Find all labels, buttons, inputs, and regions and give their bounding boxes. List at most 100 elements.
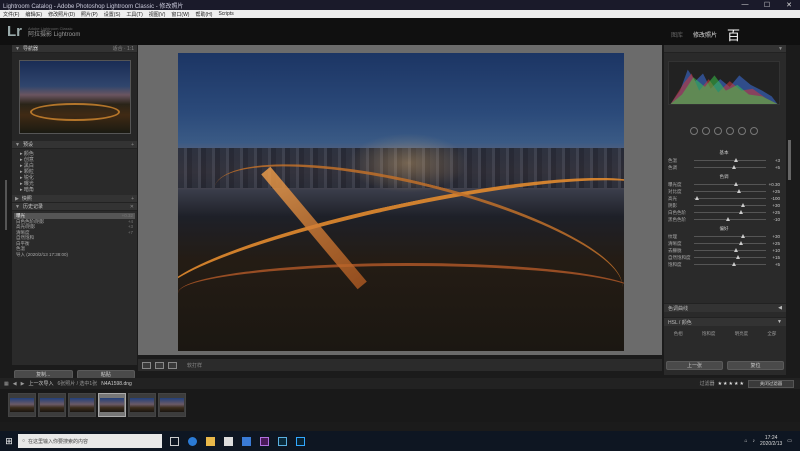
clear-history-icon[interactable]: ✕: [130, 204, 134, 210]
before-after-icon[interactable]: [168, 361, 177, 369]
taskbar-search[interactable]: ○ 在这里输入你要搜索的内容: [18, 434, 162, 448]
network-icon[interactable]: ⌂: [744, 438, 747, 444]
module-develop[interactable]: 修改照片: [693, 30, 717, 44]
compare-view-icon[interactable]: [155, 361, 164, 369]
main-photo[interactable]: [178, 53, 624, 351]
slider-knob[interactable]: [733, 182, 738, 186]
lightroom-taskbar-icon[interactable]: [278, 436, 287, 446]
photoshop-taskbar-icon[interactable]: [296, 436, 305, 446]
right-scrollbar[interactable]: [788, 140, 791, 180]
volume-icon[interactable]: ♪: [753, 438, 756, 444]
brush-tool-icon[interactable]: [750, 127, 758, 135]
task-view-icon[interactable]: [170, 436, 179, 446]
fit-option[interactable]: 适合: [113, 46, 123, 52]
slider-track[interactable]: [694, 196, 766, 200]
slider-knob[interactable]: [735, 255, 740, 259]
slider-track[interactable]: [694, 241, 766, 245]
mail-icon[interactable]: [242, 436, 251, 446]
left-scrollbar[interactable]: [5, 180, 7, 230]
slider-track[interactable]: [694, 189, 766, 193]
tone-curve-header[interactable]: 色调曲线 ◀: [664, 303, 786, 312]
close-button[interactable]: ✕: [778, 1, 800, 9]
menu-item[interactable]: 设置(S): [104, 11, 121, 18]
filter-dropdown[interactable]: 关闭过滤器: [748, 379, 794, 388]
add-preset-icon[interactable]: +: [131, 142, 134, 148]
filmstrip-thumbnail[interactable]: [128, 393, 156, 417]
menu-item[interactable]: Scripts: [218, 11, 233, 17]
reset-button[interactable]: 复位: [727, 361, 784, 370]
red-eye-icon[interactable]: [714, 127, 722, 135]
premiere-icon[interactable]: [260, 436, 269, 446]
forward-arrow-icon[interactable]: ▶: [21, 381, 25, 387]
slider-track[interactable]: [694, 255, 766, 259]
grid-view-icon[interactable]: ▦: [4, 381, 9, 387]
notification-icon[interactable]: ▭: [787, 438, 792, 444]
crop-tool-icon[interactable]: [690, 127, 698, 135]
histogram-header[interactable]: ▼: [664, 45, 786, 53]
menu-item[interactable]: 文件(F): [3, 11, 19, 18]
slider-track[interactable]: [694, 182, 766, 186]
slider-knob[interactable]: [695, 196, 700, 200]
snapshots-header[interactable]: ▶ 快照 +: [12, 195, 137, 203]
ratio-option[interactable]: 1:1: [127, 46, 134, 52]
module-library[interactable]: 图库: [671, 30, 683, 44]
hsl-tab[interactable]: 全部: [767, 331, 776, 339]
menu-item[interactable]: 照片(P): [81, 11, 98, 18]
hsl-header[interactable]: HSL / 颜色 ▼: [664, 317, 786, 326]
menu-item[interactable]: 帮助(H): [195, 11, 212, 18]
photo-canvas[interactable]: [138, 45, 662, 355]
slider-track[interactable]: [694, 262, 766, 266]
slider-track[interactable]: [694, 210, 766, 214]
slider-track[interactable]: [694, 158, 766, 162]
slider-track[interactable]: [694, 234, 766, 238]
slider-knob[interactable]: [732, 262, 737, 266]
slider-track[interactable]: [694, 248, 766, 252]
filmstrip-thumbnail[interactable]: [158, 393, 186, 417]
windows-start-icon[interactable]: ⊞: [0, 436, 18, 447]
filmstrip-thumbnail[interactable]: [8, 393, 36, 417]
navigator-header[interactable]: ▼ 导航器 适合 · 1:1: [12, 45, 137, 53]
slider-knob[interactable]: [726, 217, 731, 221]
soft-proof-label[interactable]: 软打样: [187, 362, 202, 369]
filmstrip-thumbnail[interactable]: [98, 393, 126, 417]
menu-item[interactable]: 编辑(E): [25, 11, 42, 18]
filmstrip-thumbnail[interactable]: [68, 393, 96, 417]
navigator-preview[interactable]: [12, 53, 137, 141]
slider-track[interactable]: [694, 165, 766, 169]
clock[interactable]: 17:24 2020/2/13: [760, 435, 782, 447]
slider-knob[interactable]: [732, 165, 737, 169]
hsl-tab[interactable]: 饱和度: [702, 331, 716, 339]
hsl-tab[interactable]: 色相: [674, 331, 683, 339]
histogram[interactable]: [668, 61, 780, 105]
presets-header[interactable]: ▼ 预设 +: [12, 141, 137, 149]
slider-knob[interactable]: [738, 210, 743, 214]
rating-filter[interactable]: ★★★★★: [718, 381, 745, 387]
graduated-filter-icon[interactable]: [726, 127, 734, 135]
edge-icon[interactable]: [188, 436, 197, 446]
menu-item[interactable]: 修改照片(D): [48, 11, 75, 18]
spot-removal-icon[interactable]: [702, 127, 710, 135]
slider-knob[interactable]: [737, 189, 742, 193]
back-arrow-icon[interactable]: ◀: [13, 381, 17, 387]
file-explorer-icon[interactable]: [206, 436, 215, 446]
slider-knob[interactable]: [740, 234, 745, 238]
add-snapshot-icon[interactable]: +: [131, 196, 134, 202]
radial-filter-icon[interactable]: [738, 127, 746, 135]
minimize-button[interactable]: —: [734, 1, 756, 9]
menu-item[interactable]: 窗口(W): [171, 11, 189, 18]
history-header[interactable]: ▼ 历史记录 ✕: [12, 203, 137, 211]
previous-button[interactable]: 上一张: [666, 361, 723, 370]
store-icon[interactable]: [224, 436, 233, 446]
slider-knob[interactable]: [740, 203, 745, 207]
slider-track[interactable]: [694, 203, 766, 207]
slider-knob[interactable]: [738, 241, 743, 245]
preset-folder[interactable]: ▸ 暗角: [20, 187, 129, 193]
slider-knob[interactable]: [733, 248, 738, 252]
maximize-button[interactable]: ☐: [756, 1, 778, 9]
slider-track[interactable]: [694, 217, 766, 221]
history-step[interactable]: 导入 (2020/2/13 17:38:00): [14, 252, 135, 258]
loupe-view-icon[interactable]: [142, 361, 151, 369]
source-label[interactable]: 上一次导入: [28, 380, 53, 387]
slider-knob[interactable]: [733, 158, 738, 162]
menu-item[interactable]: 工具(T): [126, 11, 142, 18]
